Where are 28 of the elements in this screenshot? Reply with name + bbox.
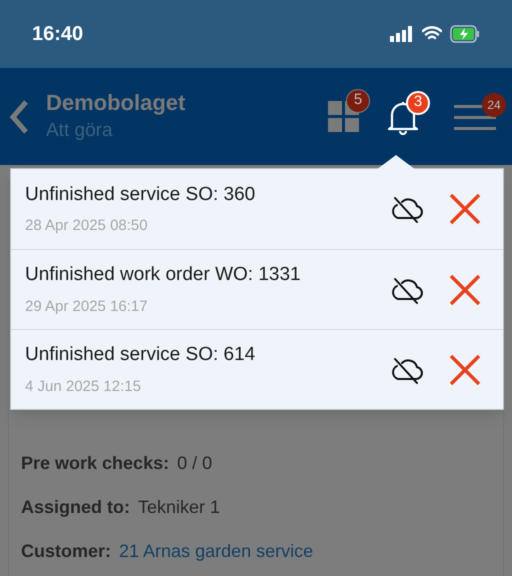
notification-title: Unfinished service SO: 360 xyxy=(25,182,256,206)
field-label: Pre work checks: xyxy=(21,452,170,475)
battery-icon xyxy=(450,25,480,43)
notification-date: 29 Apr 2025 16:17 xyxy=(25,296,149,316)
field-label: Assigned to: xyxy=(21,496,130,519)
count-badge: 3 xyxy=(406,90,430,114)
header-subtitle: Att göra xyxy=(46,118,114,142)
notification-item[interactable]: Unfinished work order WO: 1331 29 Apr 2025 16:17 xyxy=(11,249,503,329)
count-badge: 5 xyxy=(346,88,370,112)
field-label: Customer: xyxy=(21,540,112,563)
notification-title: Unfinished service SO: 614 xyxy=(25,343,256,367)
cloud-off-icon[interactable] xyxy=(389,194,425,224)
notification-title: Unfinished work order WO: 1331 xyxy=(25,263,302,287)
notification-date: 28 Apr 2025 08:50 xyxy=(25,216,149,236)
wifi-icon xyxy=(422,26,442,42)
notification-item[interactable]: Unfinished service SO: 614 4 Jun 2025 12:15 xyxy=(11,329,503,409)
close-icon[interactable] xyxy=(449,193,481,225)
close-icon[interactable] xyxy=(449,354,481,386)
count-badge: 24 xyxy=(482,92,506,116)
notification-item[interactable]: Unfinished service SO: 360 28 Apr 2025 08:50 xyxy=(11,169,503,249)
field-value: 0 / 0 xyxy=(177,452,212,475)
notification-date: 4 Jun 2025 12:15 xyxy=(25,376,142,396)
header-title: Demobolaget xyxy=(46,88,186,116)
clock-time: 16:40 xyxy=(32,22,84,47)
field-value: Tekniker 1 xyxy=(138,496,220,519)
signal-icon xyxy=(390,26,414,42)
close-icon[interactable] xyxy=(449,274,481,306)
back-icon[interactable] xyxy=(8,98,30,134)
